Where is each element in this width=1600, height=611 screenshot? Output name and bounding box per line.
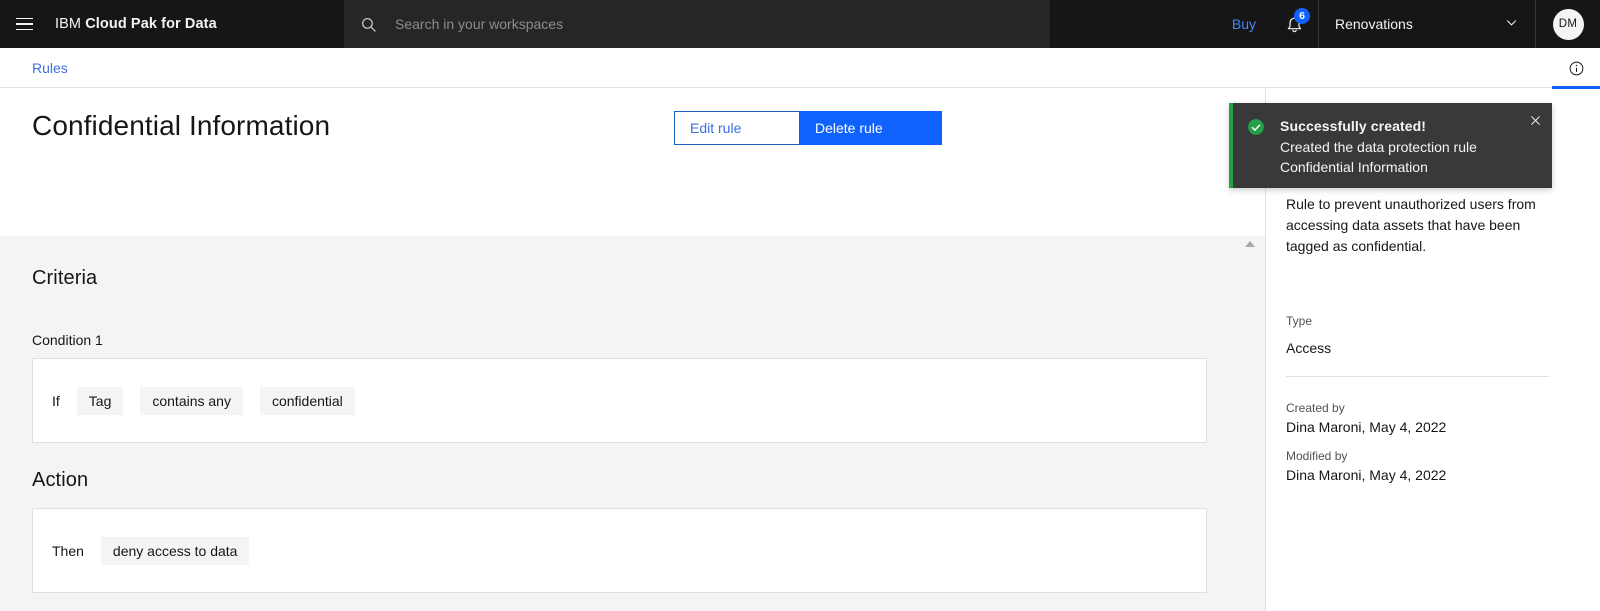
- toast-title: Successfully created!: [1280, 118, 1427, 134]
- content-scrollbar[interactable]: [1243, 236, 1257, 611]
- information-icon[interactable]: [1552, 48, 1600, 89]
- chevron-down-icon: [1504, 15, 1519, 33]
- avatar: DM: [1552, 8, 1584, 40]
- brand-product: Cloud Pak for Data: [85, 16, 217, 32]
- breadcrumb-bar: Rules: [0, 48, 1600, 89]
- modified-by-value: Dina Maroni, May 4, 2022: [1286, 467, 1447, 483]
- hamburger-menu-icon[interactable]: [0, 0, 48, 48]
- created-by-label: Created by: [1286, 401, 1345, 415]
- action-card: Then deny access to data: [32, 508, 1207, 593]
- user-menu-button[interactable]: DM: [1536, 0, 1600, 48]
- created-by-field: Created by Dina Maroni, May 4, 2022: [1286, 400, 1446, 438]
- notification-count-badge: 6: [1294, 8, 1310, 24]
- panel-divider: [1286, 376, 1549, 377]
- created-by-value: Dina Maroni, May 4, 2022: [1286, 419, 1447, 435]
- action-heading: Action: [32, 469, 89, 491]
- page-header: Confidential Information Edit rule Delet…: [0, 89, 1265, 236]
- criteria-chip-attribute: Tag: [76, 386, 124, 415]
- close-icon[interactable]: [1518, 103, 1552, 137]
- criteria-keyword: If: [52, 392, 60, 409]
- type-field: Type Access: [1286, 313, 1331, 359]
- notifications-button[interactable]: 6: [1270, 0, 1318, 48]
- toast-subtitle: Created the data protection rule Confide…: [1280, 139, 1477, 175]
- rule-description: Rule to prevent unauthorized users from …: [1286, 196, 1536, 254]
- toast-content: Successfully created! Created the data p…: [1280, 117, 1518, 188]
- page-action-buttons: Edit rule Delete rule: [674, 111, 942, 145]
- workspace-label: Renovations: [1335, 16, 1413, 32]
- search-input[interactable]: [395, 16, 1050, 32]
- action-chip: deny access to data: [100, 536, 250, 565]
- action-keyword: Then: [52, 542, 84, 559]
- modified-by-label: Modified by: [1286, 449, 1348, 463]
- edit-rule-button[interactable]: Edit rule: [674, 111, 800, 145]
- criteria-chip-operator: contains any: [140, 386, 243, 415]
- page-title: Confidential Information: [32, 110, 331, 141]
- type-label: Type: [1286, 314, 1313, 328]
- buy-link[interactable]: Buy: [1218, 0, 1270, 48]
- criteria-chip-value: confidential: [259, 386, 355, 415]
- checkmark-filled-icon: [1247, 118, 1265, 188]
- global-header: IBM Cloud Pak for Data Buy 6 Renovations: [0, 0, 1600, 48]
- search-icon: [360, 16, 377, 33]
- rule-detail-content: Criteria Condition 1 If Tag contains any…: [0, 236, 1265, 611]
- condition-label: Condition 1: [32, 332, 103, 348]
- scroll-up-arrow-icon[interactable]: [1245, 241, 1255, 247]
- workspace-selector[interactable]: Renovations: [1318, 0, 1536, 48]
- criteria-heading: Criteria: [32, 267, 98, 289]
- success-toast: Successfully created! Created the data p…: [1229, 103, 1552, 188]
- header-actions: Buy 6 Renovations DM: [1218, 0, 1600, 48]
- global-search[interactable]: [344, 0, 1050, 48]
- modified-by-field: Modified by Dina Maroni, May 4, 2022: [1286, 448, 1446, 486]
- criteria-card: If Tag contains any confidential: [32, 358, 1207, 443]
- delete-rule-button[interactable]: Delete rule: [800, 111, 942, 145]
- type-value: Access: [1286, 340, 1332, 356]
- breadcrumb-item-rules[interactable]: Rules: [32, 60, 68, 76]
- app-brand: IBM Cloud Pak for Data: [55, 16, 217, 32]
- brand-ibm: IBM: [55, 16, 82, 32]
